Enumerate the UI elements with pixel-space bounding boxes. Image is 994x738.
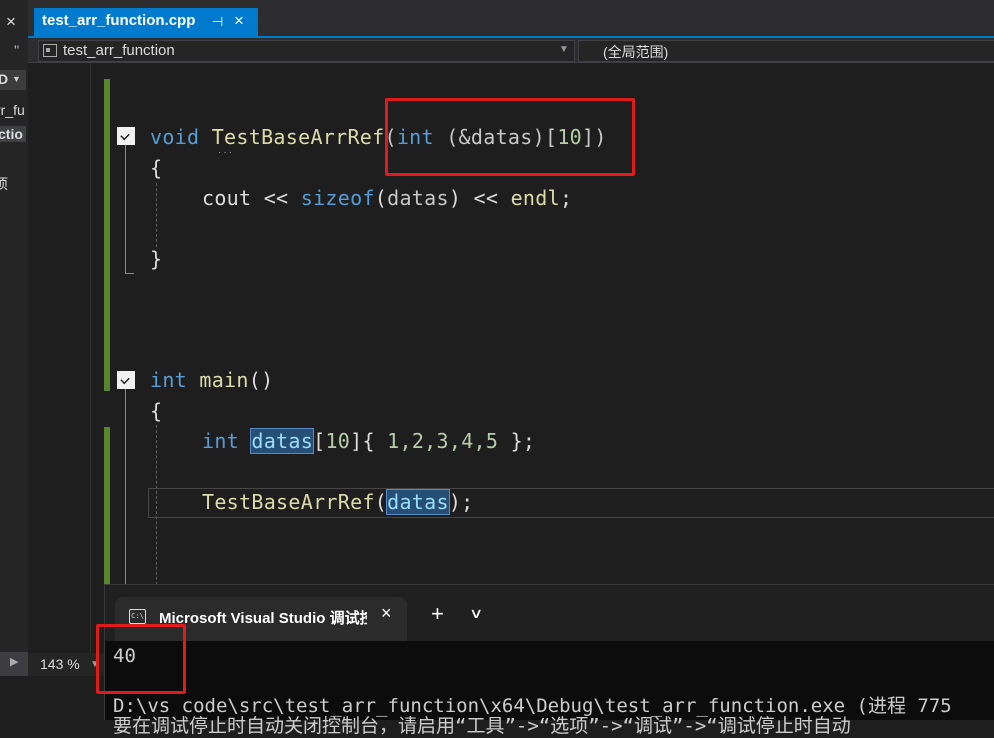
collapse-icon[interactable] xyxy=(117,127,135,145)
project-icon xyxy=(43,44,57,57)
panel-item-selected[interactable]: ctio xyxy=(0,126,26,142)
console-title-bar: C:\ Microsoft Visual Studio 调试控制台 × + ∨ xyxy=(105,585,994,641)
code-line-call[interactable]: TestBaseArrRef(datas); xyxy=(202,489,474,515)
code-line-brace[interactable]: { xyxy=(150,156,162,180)
annotation-box-output xyxy=(96,624,186,694)
chevron-down-icon[interactable]: ∨ xyxy=(469,605,483,622)
param-name: datas xyxy=(387,186,449,210)
navigation-bar: test_arr_function ▼ (全局范围) xyxy=(28,38,994,63)
fold-end xyxy=(125,273,134,274)
code-line-brace[interactable]: { xyxy=(150,399,162,423)
member-scope-dropdown[interactable]: (全局范围) xyxy=(578,40,994,62)
project-scope-dropdown[interactable]: test_arr_function ▼ xyxy=(38,40,575,62)
function-name: TestBaseArrRef xyxy=(202,490,375,514)
keyword: void xyxy=(150,125,200,149)
tab-test-arr-function[interactable]: test_arr_function.cpp ⊣ × xyxy=(34,8,258,38)
panel-dropdown[interactable]: D ▼ xyxy=(0,70,26,90)
punct: [ xyxy=(313,429,326,453)
collapse-icon[interactable] xyxy=(117,371,135,389)
keyword: int xyxy=(150,368,188,392)
punct: ); xyxy=(448,490,474,514)
new-tab-icon[interactable]: + xyxy=(431,601,444,627)
punct: () xyxy=(248,368,274,392)
code-line-brace[interactable]: } xyxy=(150,247,162,271)
terminal-icon: C:\ xyxy=(129,609,146,624)
chevron-down-icon: ▼ xyxy=(559,44,569,55)
document-tab-strip: test_arr_function.cpp ⊣ × xyxy=(28,0,994,38)
panel-overflow-icon[interactable]: '' xyxy=(14,42,19,58)
close-icon[interactable]: × xyxy=(381,603,392,624)
keyword: int xyxy=(202,429,240,453)
number-list: 1,2,3,4,5 xyxy=(387,429,499,453)
stream-text: cout << xyxy=(202,186,301,210)
punct: }; xyxy=(498,429,536,453)
function-name: endl xyxy=(510,186,560,210)
punct: ( xyxy=(374,490,388,514)
panel-dropdown-label: D xyxy=(0,71,8,87)
solution-explorer-panel: × '' D ▼ rr_fu ctio 项 ▶ xyxy=(0,0,29,719)
member-scope-label: (全局范围) xyxy=(603,44,669,60)
annotation-box-parameter xyxy=(385,98,635,176)
indent-guide xyxy=(156,183,157,247)
console-hint-line: 要在调试停止时自动关闭控制台，请启用“工具”->“选项”->“调试”->“调试停… xyxy=(113,715,851,737)
variable-highlight: datas xyxy=(250,428,315,454)
tab-label: test_arr_function.cpp xyxy=(42,12,196,29)
panel-close-icon[interactable]: × xyxy=(6,12,16,32)
suggestion-dots: ··· xyxy=(218,147,234,158)
panel-item-fragment[interactable]: rr_fu xyxy=(0,102,25,118)
function-name: TestBaseArrRef xyxy=(211,125,385,149)
tab-close-icon[interactable]: × xyxy=(234,11,244,31)
punct: ]{ xyxy=(350,429,388,453)
indicator-margin xyxy=(68,63,91,653)
scroll-right-icon[interactable]: ▶ xyxy=(10,655,18,668)
variable-highlight: datas xyxy=(386,489,450,515)
console-output[interactable]: 40 D:\vs code\src\test_arr_function\x64\… xyxy=(105,641,994,737)
punct: ( xyxy=(374,186,388,210)
fold-line xyxy=(125,145,126,273)
stream-text: ) << xyxy=(448,186,511,210)
keyword: sizeof xyxy=(300,186,375,210)
zoom-control[interactable]: 143 % ▼ xyxy=(28,653,104,677)
function-name: main xyxy=(199,368,249,392)
panel-item-fragment[interactable]: 项 xyxy=(0,174,8,194)
number: 10 xyxy=(325,429,351,453)
status-strip xyxy=(0,676,104,719)
code-line-main-decl[interactable]: int main() xyxy=(150,368,273,392)
chevron-down-icon: ▼ xyxy=(12,74,21,84)
code-line-array-decl[interactable]: int datas[10]{ 1,2,3,4,5 }; xyxy=(202,428,536,454)
change-bar xyxy=(104,79,110,391)
scrollbar[interactable]: ▶ xyxy=(0,652,28,676)
debug-console-window[interactable]: C:\ Microsoft Visual Studio 调试控制台 × + ∨ … xyxy=(104,584,994,737)
code-line-cout[interactable]: cout << sizeof(datas) << endl; xyxy=(202,186,572,210)
pin-icon[interactable]: ⊣ xyxy=(212,14,223,30)
console-title: Microsoft Visual Studio 调试控制台 xyxy=(159,610,367,627)
project-scope-label: test_arr_function xyxy=(63,42,175,59)
zoom-level: 143 % xyxy=(40,656,80,672)
punct: ; xyxy=(559,186,573,210)
